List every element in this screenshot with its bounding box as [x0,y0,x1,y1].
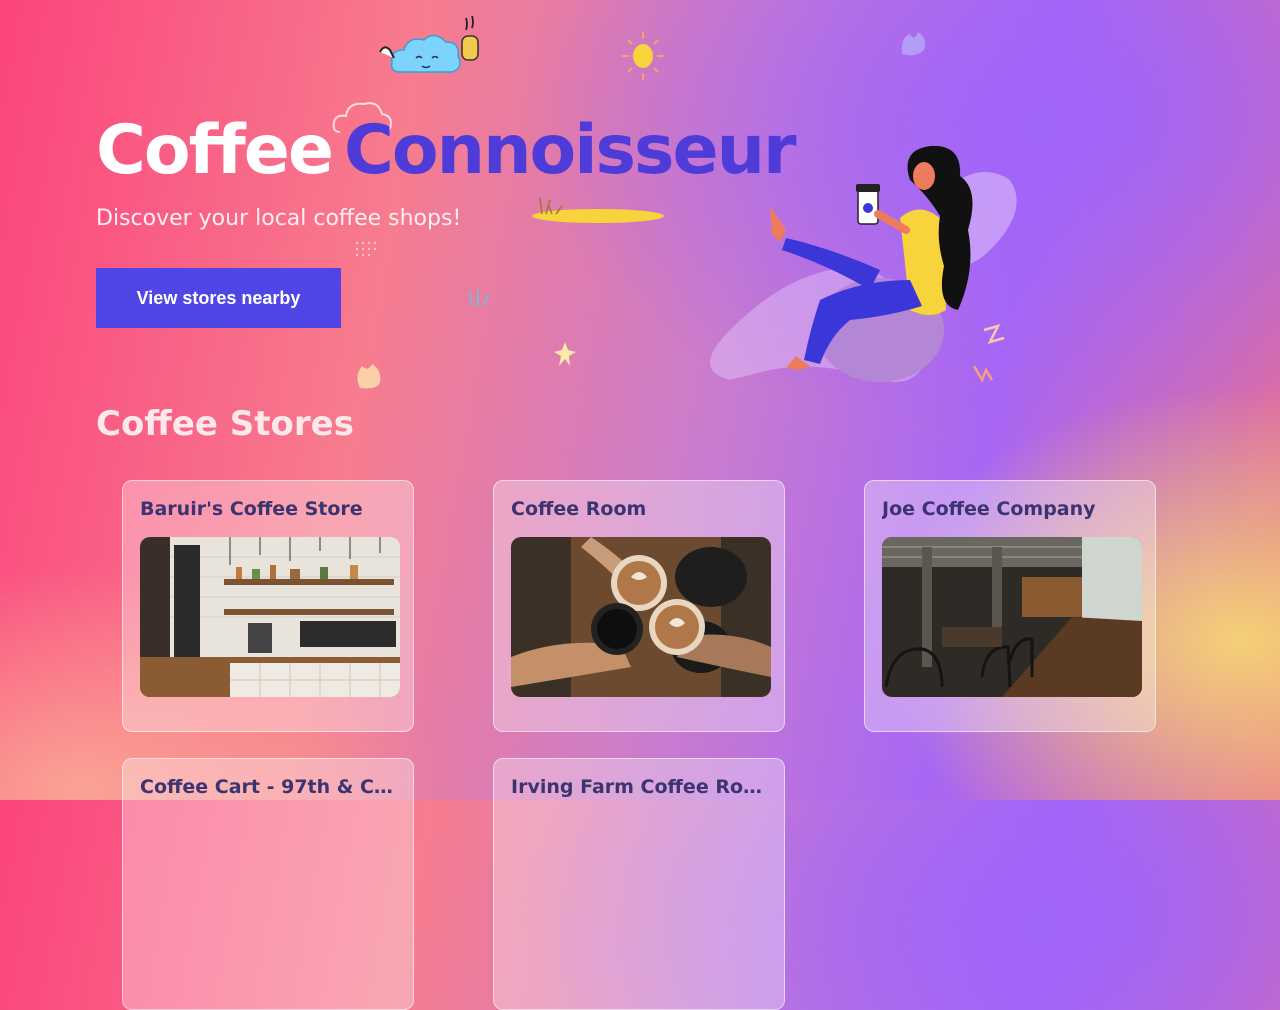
cloud-mascot-icon [379,15,479,73]
view-stores-nearby-button[interactable]: View stores nearby [96,268,341,328]
sun-icon [622,32,664,80]
store-card-baruirs[interactable]: Baruir's Coffee Store [122,480,414,732]
hero-title-word-connoisseur: Connoisseur [344,111,796,190]
hero-title: Coffee Connoisseur [96,108,797,194]
store-card-title: Joe Coffee Company [882,498,1096,520]
store-card-title: Coffee Cart - 97th & Colu... [140,776,398,798]
grass-tuft-icon [468,290,489,307]
store-card-coffee-room[interactable]: Coffee Room [493,480,785,732]
hero-title-word-coffee: Coffee [96,111,334,190]
cafe-counter-photo [140,537,400,697]
coffee-stores-heading: Coffee Stores [96,404,354,444]
grass-puddle-icon [532,197,664,223]
hero-subtitle: Discover your local coffee shops! [96,206,462,231]
store-card-title: Baruir's Coffee Store [140,498,363,520]
store-card-irving-farm[interactable]: Irving Farm Coffee Roast... [493,758,785,1010]
store-card-coffee-cart[interactable]: Coffee Cart - 97th & Colu... [122,758,414,1010]
store-card-joe-coffee[interactable]: Joe Coffee Company [864,480,1156,732]
leaf-icon [901,32,926,56]
store-card-title: Irving Farm Coffee Roast... [511,776,769,798]
latte-cheers-photo [511,537,771,697]
store-card-title: Coffee Room [511,498,647,520]
dots-pattern-icon [355,241,377,257]
blob-icon [357,364,381,389]
cafe-interior-photo [882,537,1142,697]
sparkle-icon [554,342,576,366]
